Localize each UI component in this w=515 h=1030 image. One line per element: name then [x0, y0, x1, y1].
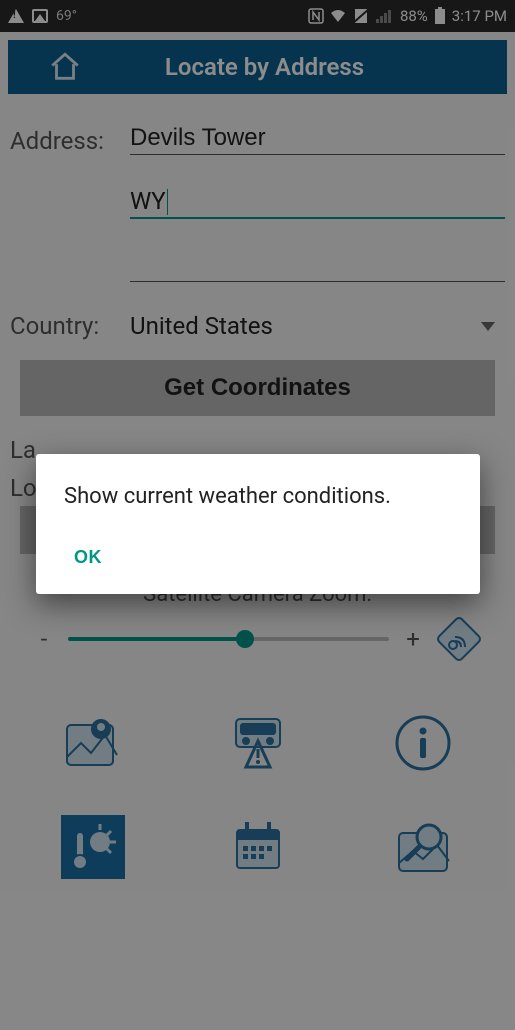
dialog-message: Show current weather conditions.: [64, 484, 452, 509]
dialog-ok-button[interactable]: OK: [64, 543, 112, 572]
dialog: Show current weather conditions. OK: [36, 454, 480, 594]
screen: 69° 88% 3:17 PM Locate by Address Addres…: [0, 0, 515, 1030]
